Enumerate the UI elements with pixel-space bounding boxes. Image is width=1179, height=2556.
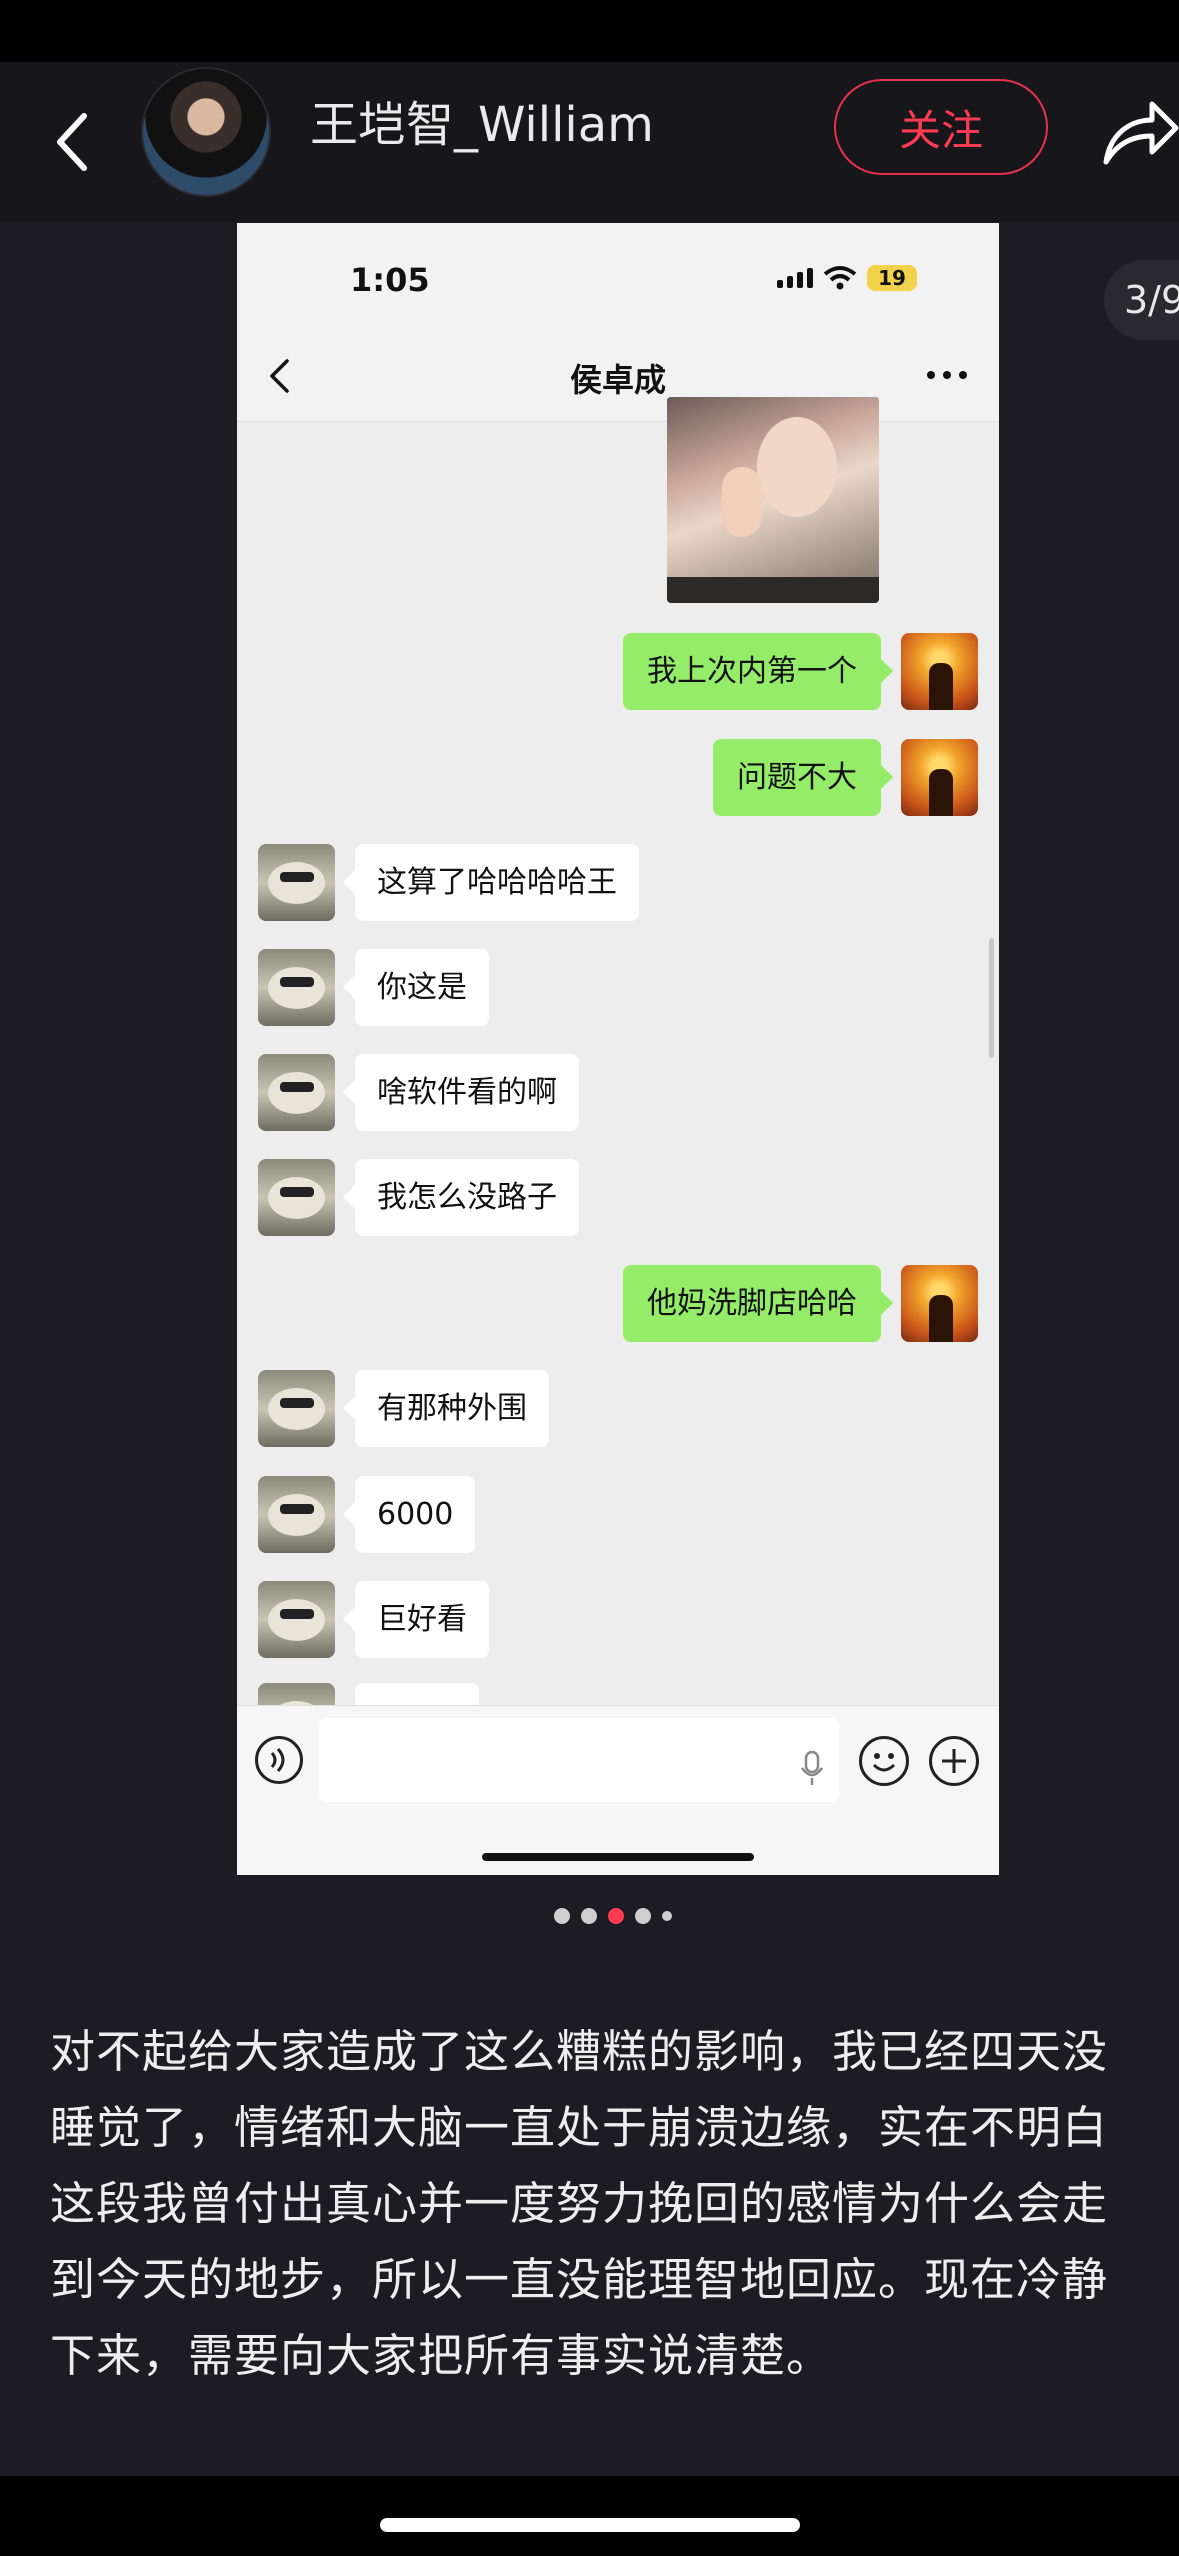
avatar [258, 844, 335, 921]
voice-icon [255, 1736, 303, 1784]
system-status-bar [0, 0, 1179, 62]
carousel-dot[interactable] [554, 1908, 570, 1924]
share-button[interactable] [1096, 84, 1179, 174]
message-row: 问题不大 [237, 739, 999, 819]
more-icon [927, 371, 967, 379]
share-icon [1103, 101, 1179, 165]
microphone-icon [800, 1750, 824, 1785]
wifi-icon [823, 266, 857, 290]
post-header: 王垲智_William 关注 [0, 62, 1179, 222]
post-caption: 对不起给大家造成了这么糟糕的影响，我已经四天没睡觉了，情绪和大脑一直处于崩溃边缘… [50, 2025, 1109, 2382]
message-input [319, 1718, 839, 1802]
chat-contact-name: 侯卓成 [569, 361, 666, 399]
bottom-safe-area [0, 2476, 1179, 2556]
message-bubble-received [355, 1683, 479, 1705]
chat-screenshot-image: 1:05 19 侯卓成 我上次内第一个 问题不大 这算了哈哈哈哈王 你这是 啥软… [237, 223, 999, 1875]
message-row: 有那种外围 [237, 1370, 999, 1450]
avatar [901, 633, 978, 710]
message-row: 啥软件看的啊 [237, 1054, 999, 1134]
avatar [258, 1054, 335, 1131]
avatar [258, 1370, 335, 1447]
avatar [258, 949, 335, 1026]
message-bubble-received: 我怎么没路子 [343, 1159, 579, 1236]
back-button[interactable] [40, 92, 104, 192]
author-name[interactable]: 王垲智_William [310, 90, 654, 160]
message-row: 你这是 [237, 949, 999, 1029]
carousel-dot[interactable] [581, 1908, 597, 1924]
avatar [258, 1476, 335, 1553]
message-bubble-received: 巨好看 [343, 1581, 489, 1658]
follow-button[interactable]: 关注 [834, 79, 1048, 175]
avatar [901, 739, 978, 816]
message-row: 巨好看 [237, 1581, 999, 1661]
avatar [258, 1683, 335, 1705]
message-bubble-received: 这算了哈哈哈哈王 [343, 844, 639, 921]
message-row: 他妈洗脚店哈哈 [237, 1265, 999, 1345]
avatar [901, 1265, 978, 1342]
screenshot-time: 1:05 [350, 261, 430, 299]
message-bubble-sent: 他妈洗脚店哈哈 [623, 1265, 893, 1342]
message-bubble-received: 有那种外围 [343, 1370, 549, 1447]
message-bubble-received: 啥软件看的啊 [343, 1054, 579, 1131]
carousel-dot[interactable] [662, 1911, 672, 1921]
message-row: 这算了哈哈哈哈王 [237, 844, 999, 924]
message-row: 6000 [237, 1476, 999, 1556]
carousel-dot[interactable] [635, 1908, 651, 1924]
plus-icon [929, 1736, 979, 1786]
screenshot-home-indicator [482, 1853, 754, 1861]
message-bubble-received: 6000 [342, 1476, 476, 1553]
screenshot-status-bar: 1:05 19 [237, 223, 999, 333]
carousel-dot-active[interactable] [608, 1908, 624, 1924]
author-avatar[interactable] [141, 67, 271, 197]
avatar [258, 1159, 335, 1236]
photo-message [667, 397, 879, 603]
screenshot-input-bar [237, 1705, 999, 1875]
message-bubble-sent: 我上次内第一个 [623, 633, 893, 710]
message-row: 我怎么没路子 [237, 1159, 999, 1239]
emoji-icon [859, 1736, 909, 1786]
avatar [258, 1581, 335, 1658]
message-row-partial [237, 1683, 999, 1705]
chevron-left-icon [57, 113, 87, 171]
carousel-dots[interactable] [554, 1908, 672, 1924]
image-page-indicator: 3/9 [1104, 260, 1179, 340]
home-indicator[interactable] [380, 2518, 800, 2532]
cellular-signal-icon [777, 268, 813, 288]
message-bubble-sent: 问题不大 [713, 739, 893, 816]
battery-icon: 19 [867, 265, 917, 291]
message-row: 我上次内第一个 [237, 633, 999, 713]
scrollbar [989, 938, 994, 1058]
screenshot-chat-header: 侯卓成 [237, 333, 999, 422]
message-bubble-received: 你这是 [343, 949, 489, 1026]
